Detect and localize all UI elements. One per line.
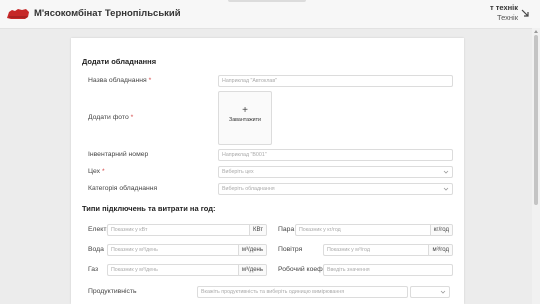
scrollbar-thumb[interactable] [534, 35, 538, 205]
air-label: Повітря [278, 246, 303, 253]
workshop-select[interactable]: Виберіть цех [218, 166, 453, 178]
water-placeholder: Показник у м³/день [111, 247, 158, 253]
name-input[interactable]: Наприклад "Автоклав" [218, 75, 453, 87]
company-logo-icon[interactable] [6, 7, 30, 21]
water-input[interactable]: Показник у м³/день м³/день [107, 244, 267, 256]
electricity-unit: КВт [248, 225, 266, 235]
chevron-down-icon [443, 187, 449, 191]
section-title-connections: Типи підключень та витрати на год: [82, 204, 216, 213]
inventory-number-label: Інвентарний номер [88, 151, 149, 158]
steam-label: Пара [278, 226, 295, 233]
photo-label: Додати фото * [88, 114, 134, 121]
work-coef-label: Робочий коеф. [278, 266, 325, 273]
gas-unit: м³/день [237, 265, 266, 275]
productivity-label: Продуктивність [88, 288, 137, 295]
air-placeholder: Показник у м³/год [327, 247, 370, 253]
plus-icon: + [242, 105, 248, 116]
top-notch [228, 0, 306, 2]
inventory-number-input[interactable]: Наприклад "B001" [218, 149, 453, 161]
electricity-placeholder: Показник у кВт [111, 227, 148, 233]
water-unit: м³/день [237, 245, 266, 255]
section-title-add-equipment: Додати обладнання [82, 57, 157, 66]
expand-icon[interactable] [521, 9, 530, 18]
air-input[interactable]: Показник у м³/год м³/год [323, 244, 453, 256]
page-scrollbar[interactable] [532, 28, 540, 304]
gas-label: Газ [88, 266, 99, 273]
user-menu[interactable]: т технік Технік [490, 3, 518, 23]
top-bar: М'ясокомбінат Тернопільський т технік Те… [0, 0, 540, 29]
productivity-unit-select[interactable] [410, 286, 450, 298]
steam-placeholder: Показник у кг/год [299, 227, 341, 233]
productivity-input[interactable]: Вкажіть продуктивність та виберіть одини… [197, 286, 408, 298]
user-role: Технік [496, 13, 518, 22]
gas-input[interactable]: Показник у м³/день м³/день [107, 264, 267, 276]
chevron-down-icon [440, 290, 446, 294]
chevron-down-icon [443, 170, 449, 174]
steam-input[interactable]: Показник у кг/год кг/год [295, 224, 453, 236]
category-select-value: Виберіть обладнання [222, 186, 275, 192]
gas-placeholder: Показник у м³/день [111, 267, 158, 273]
steam-unit: кг/год [429, 225, 452, 235]
brand-name: М'ясокомбінат Тернопільський [34, 8, 181, 19]
category-label: Категорія обладнання [88, 185, 158, 192]
photo-upload-button[interactable]: + Завантажити [218, 91, 272, 145]
scroll-up-arrow-icon[interactable] [534, 30, 538, 33]
upload-label: Завантажити [229, 117, 261, 123]
user-name: т технік [489, 3, 518, 12]
category-select[interactable]: Виберіть обладнання [218, 183, 453, 195]
add-equipment-form: Додати обладнання Назва обладнання * Нап… [71, 38, 464, 304]
electricity-input[interactable]: Показник у кВт КВт [107, 224, 267, 236]
air-unit: м³/год [428, 245, 452, 255]
water-label: Вода [88, 246, 104, 253]
workshop-label: Цех * [88, 168, 105, 175]
workshop-select-value: Виберіть цех [222, 169, 254, 175]
name-label: Назва обладнання * [88, 77, 152, 84]
work-coef-input[interactable]: Введіть значення [323, 264, 453, 276]
